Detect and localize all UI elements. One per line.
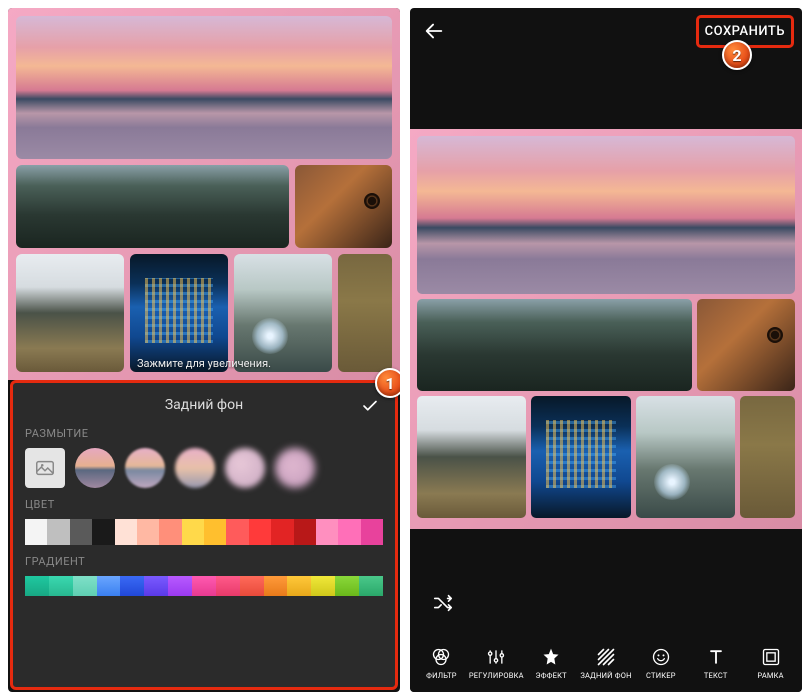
color-swatch[interactable] [361, 519, 383, 545]
back-button[interactable] [418, 15, 450, 47]
gradient-swatch[interactable] [216, 576, 240, 596]
arrow-left-icon [423, 20, 445, 42]
background-icon [595, 646, 617, 668]
section-label-blur: РАЗМЫТИЕ [25, 427, 383, 440]
gradient-swatches [25, 576, 383, 596]
blur-image-button[interactable] [25, 448, 65, 488]
collage-tile[interactable] [417, 396, 526, 518]
tool-label: РАМКА [757, 671, 783, 680]
gradient-swatch[interactable] [264, 576, 288, 596]
tool-label: ТЕКСТ [704, 671, 728, 680]
bottom-toolbar: ФИЛЬТР РЕГУЛИРОВКА ЭФФЕКТ ЗАДНИЙ ФОН СТИКЕР Т… [410, 634, 802, 692]
screen-right: СОХРАНИТЬ 2 ФИЛЬТРРЕГУЛИРОВКАЭФФЕКТЗАДНИ… [410, 8, 802, 692]
blur-option[interactable] [175, 448, 215, 488]
color-swatch[interactable] [47, 519, 69, 545]
collage-tile[interactable] [338, 254, 392, 372]
section-label-color: ЦВЕТ [25, 498, 383, 511]
gradient-swatch[interactable] [240, 576, 264, 596]
frame-icon [760, 646, 782, 668]
color-swatch[interactable] [249, 519, 271, 545]
gradient-swatch[interactable] [97, 576, 121, 596]
collage-tile[interactable] [697, 299, 795, 391]
blur-option[interactable] [125, 448, 165, 488]
collage-tile[interactable] [130, 254, 228, 372]
sticker-icon [650, 646, 672, 668]
tutorial-container: Зажмите для увеличения. 1 Задний фон РАЗ… [0, 0, 810, 700]
shuffle-button[interactable] [428, 588, 458, 618]
tool-frame[interactable]: РАМКА [743, 646, 798, 680]
tutorial-marker-1: 1 [375, 368, 400, 398]
tool-effect[interactable]: ЭФФЕКТ [524, 646, 579, 680]
collage-tile[interactable] [740, 396, 795, 518]
tool-background[interactable]: ЗАДНИЙ ФОН [579, 646, 634, 680]
gradient-swatch[interactable] [120, 576, 144, 596]
gradient-swatch[interactable] [25, 576, 49, 596]
tool-sticker[interactable]: СТИКЕР [633, 646, 688, 680]
color-swatch[interactable] [182, 519, 204, 545]
tool-label: ЗАДНИЙ ФОН [580, 671, 631, 680]
color-swatch[interactable] [226, 519, 248, 545]
color-swatch[interactable] [70, 519, 92, 545]
adjust-icon [485, 646, 507, 668]
shuffle-icon [432, 592, 454, 614]
collage-tile[interactable] [417, 299, 692, 391]
gradient-swatch[interactable] [144, 576, 168, 596]
screen-left: Зажмите для увеличения. 1 Задний фон РАЗ… [8, 8, 400, 692]
color-swatch[interactable] [25, 519, 47, 545]
background-panel: 1 Задний фон РАЗМЫТИЕ ЦВЕТ ГРАДИЕНТ [10, 380, 398, 690]
check-icon [361, 397, 379, 415]
blur-option[interactable] [75, 448, 115, 488]
tool-adjust[interactable]: РЕГУЛИРОВКА [469, 646, 524, 680]
collage-tile[interactable] [234, 254, 332, 372]
color-swatch[interactable] [115, 519, 137, 545]
collage-tile[interactable] [417, 136, 795, 294]
tool-label: СТИКЕР [646, 671, 676, 680]
color-swatch[interactable] [294, 519, 316, 545]
collage-tile[interactable] [16, 165, 289, 249]
tool-filter[interactable]: ФИЛЬТР [414, 646, 469, 680]
blur-options [25, 448, 383, 488]
gradient-swatch[interactable] [287, 576, 311, 596]
color-swatch[interactable] [271, 519, 293, 545]
collage-tile[interactable] [636, 396, 735, 518]
confirm-button[interactable] [361, 397, 379, 419]
image-icon [34, 457, 56, 479]
color-swatch[interactable] [204, 519, 226, 545]
collage-preview[interactable] [410, 129, 802, 529]
text-icon [705, 646, 727, 668]
gradient-swatch[interactable] [335, 576, 359, 596]
gradient-swatch[interactable] [49, 576, 73, 596]
effect-icon [540, 646, 562, 668]
gradient-swatch[interactable] [311, 576, 335, 596]
tool-label: ФИЛЬТР [426, 671, 457, 680]
tutorial-marker-2: 2 [722, 40, 752, 70]
section-label-gradient: ГРАДИЕНТ [25, 555, 383, 568]
color-swatch[interactable] [137, 519, 159, 545]
panel-title: Задний фон [25, 397, 383, 413]
collage-tile[interactable] [531, 396, 630, 518]
blur-option[interactable] [225, 448, 265, 488]
color-swatch[interactable] [92, 519, 114, 545]
color-swatch[interactable] [159, 519, 181, 545]
tool-text[interactable]: ТЕКСТ [688, 646, 743, 680]
color-swatches [25, 519, 383, 545]
color-swatch[interactable] [316, 519, 338, 545]
gradient-swatch[interactable] [359, 576, 383, 596]
filter-icon [430, 646, 452, 668]
collage-tile[interactable] [16, 254, 124, 372]
zoom-hint: Зажмите для увеличения. [137, 357, 271, 370]
gradient-swatch[interactable] [73, 576, 97, 596]
color-swatch[interactable] [338, 519, 360, 545]
collage-canvas[interactable]: Зажмите для увеличения. [8, 8, 400, 380]
gradient-swatch[interactable] [192, 576, 216, 596]
collage-tile[interactable] [295, 165, 392, 249]
gradient-swatch[interactable] [168, 576, 192, 596]
collage-tile[interactable] [16, 16, 392, 159]
blur-option[interactable] [275, 448, 315, 488]
tool-label: РЕГУЛИРОВКА [469, 671, 524, 680]
tool-label: ЭФФЕКТ [535, 671, 566, 680]
